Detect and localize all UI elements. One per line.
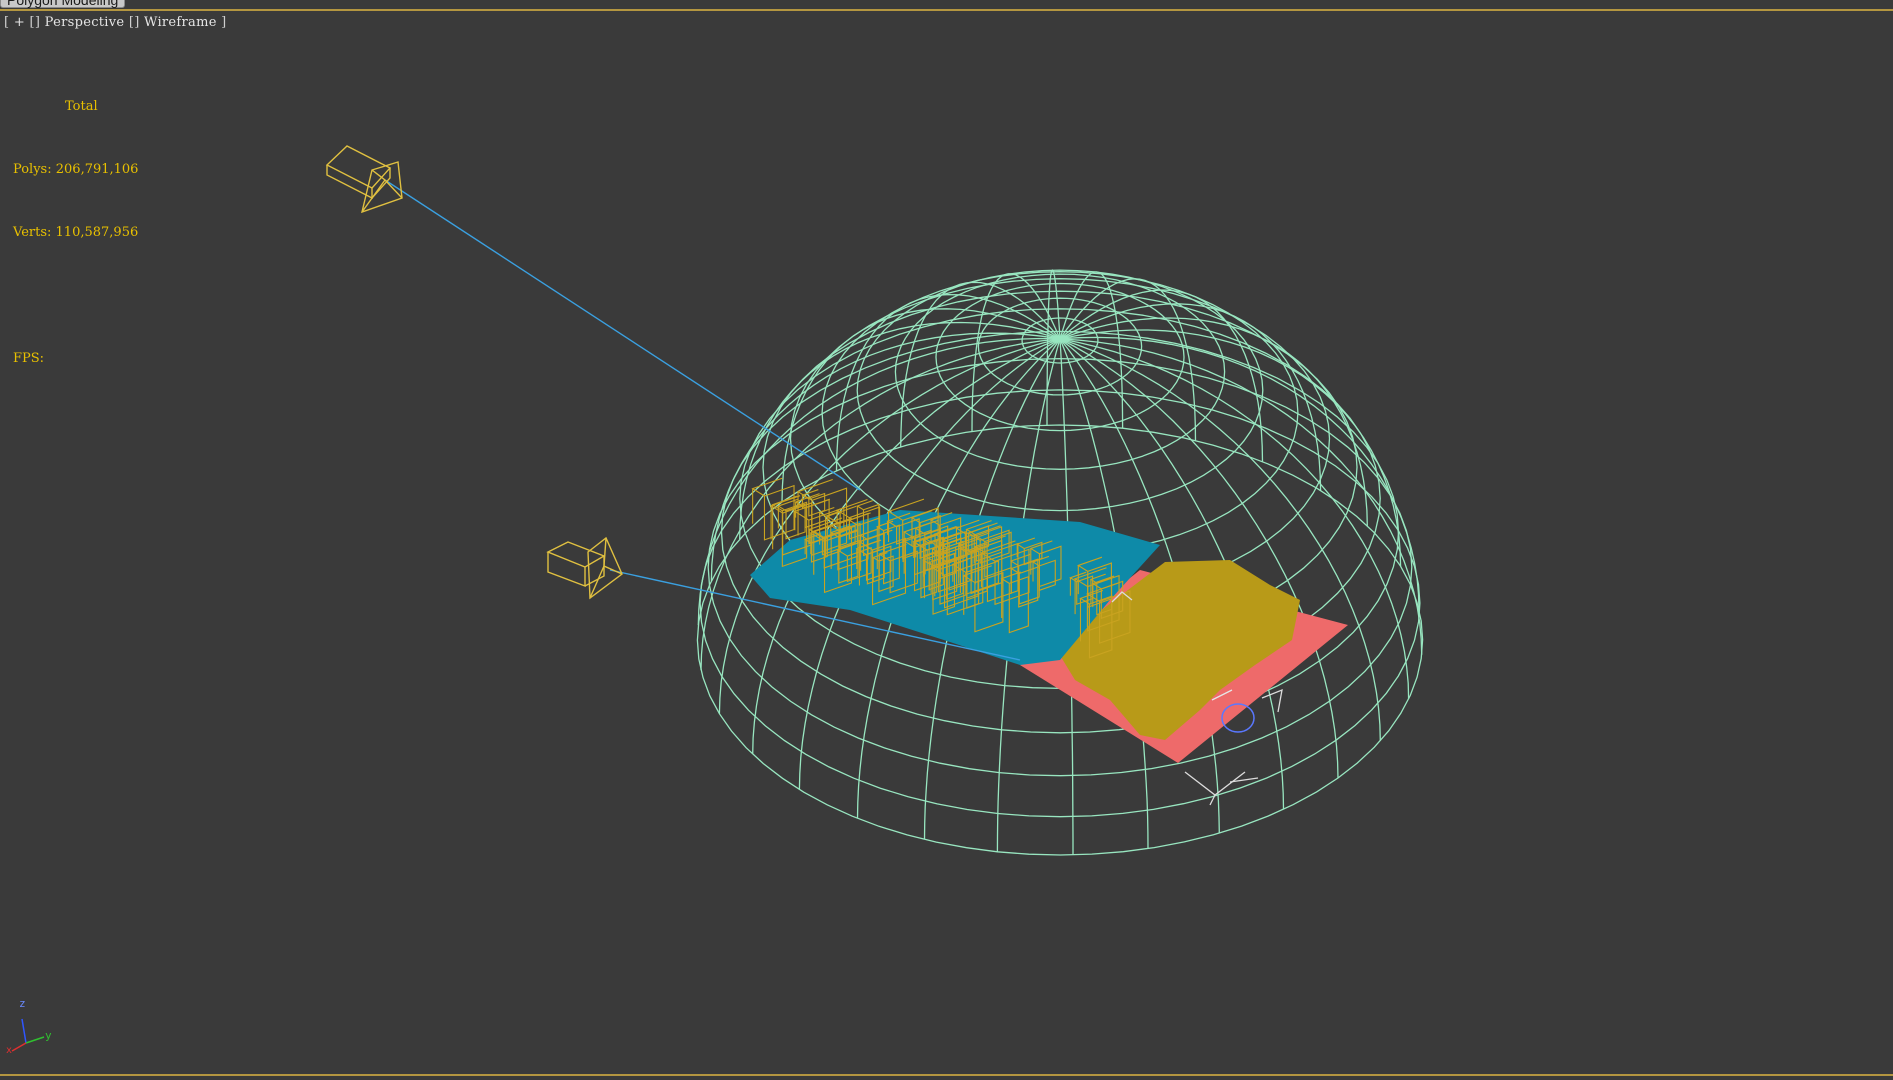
axis-y-label: y	[45, 1029, 52, 1042]
ribbon-tab-polygon-modeling[interactable]: Polygon Modeling	[0, 0, 126, 8]
axis-tripod-icon: z y x	[6, 997, 52, 1055]
viewport-perspective[interactable]: Polygon Modeling [ + [] Perspective [] W…	[0, 0, 1893, 1080]
camera-icon[interactable]	[546, 536, 623, 600]
camera-target-line-top	[384, 179, 861, 491]
camera-icon[interactable]	[325, 145, 403, 214]
axis-z-label: z	[19, 997, 26, 1010]
dome-meridian	[781, 308, 1061, 503]
axis-x-label: x	[6, 1045, 12, 1055]
dome-latitude-ring	[935, 282, 1185, 432]
scene-wireframe[interactable]	[0, 0, 1893, 1080]
